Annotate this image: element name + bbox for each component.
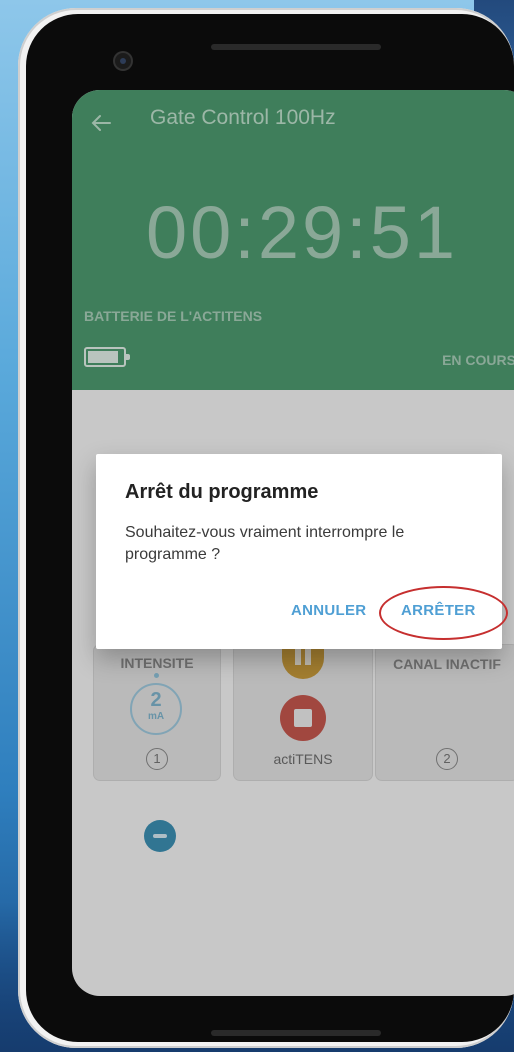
dialog-title: Arrêt du programme [125, 481, 319, 503]
cancel-button[interactable]: ANNULER [291, 602, 366, 619]
stop-program-dialog: Arrêt du programme Souhaitez-vous vraime… [96, 454, 508, 649]
bottom-speaker [211, 1030, 381, 1036]
app-screen: Gate Control 100Hz 00:29:51 BATTERIE DE … [72, 90, 514, 996]
phone-bezel: Gate Control 100Hz 00:29:51 BATTERIE DE … [26, 14, 514, 1042]
highlight-circle [379, 586, 508, 640]
front-camera [115, 53, 131, 69]
dialog-message: Souhaitez-vous vraiment interrompre le p… [125, 524, 405, 563]
top-speaker [211, 44, 381, 50]
